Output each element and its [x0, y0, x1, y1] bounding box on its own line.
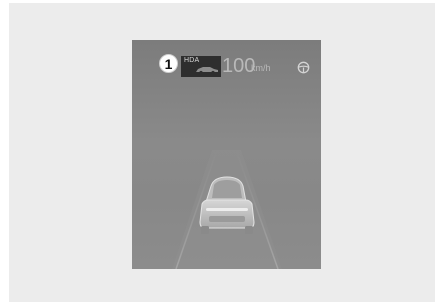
hda-indicator: HDA [181, 56, 221, 77]
car-silhouette-icon [196, 67, 218, 75]
hda-label: HDA [184, 57, 200, 64]
speed-unit: km/h [251, 63, 271, 73]
callout-marker: 1 [159, 54, 178, 73]
front-vehicle-icon [199, 176, 255, 234]
steering-wheel-icon [297, 61, 310, 74]
